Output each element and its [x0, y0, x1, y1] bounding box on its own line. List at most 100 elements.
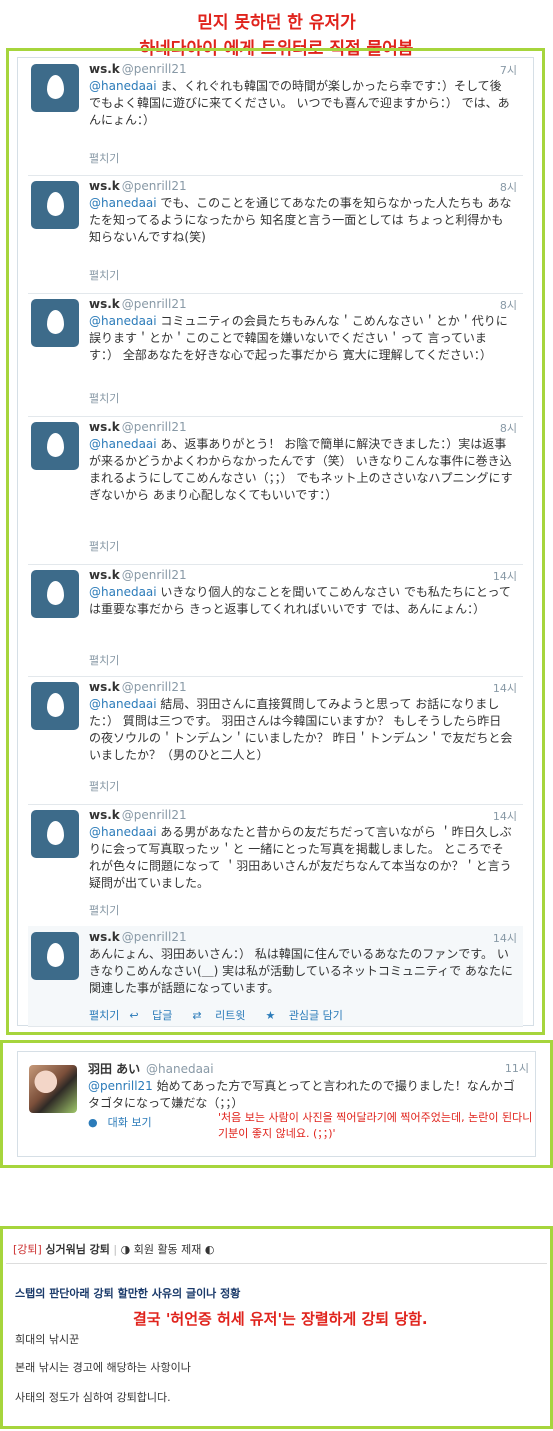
ban-status: ◑ 회원 활동 제재 ◐	[120, 1243, 215, 1256]
user-handle[interactable]: @penrill21	[122, 930, 187, 944]
translation-note: '처음 보는 사람이 사진을 찍어달라기에 찍어주었는데, 논란이 된다니 기분…	[218, 1111, 533, 1140]
avatar[interactable]	[31, 299, 79, 347]
egg-icon	[47, 192, 64, 216]
tweet-time[interactable]: 14시	[493, 680, 517, 696]
tweet-text: @hanedaai 結局、羽田さんに直接質問してみようと思って お話になりました…	[89, 697, 513, 762]
expand-link[interactable]: 펼치기	[89, 538, 119, 554]
ban-line-2: 본래 낚시는 경고에 해당하는 사항이나	[15, 1361, 191, 1374]
tweet-text: @hanedaai ま、くれぐれも韓国での時間が楽しかったら幸です：）そして後で…	[89, 79, 510, 127]
tweet-item: ws.k @penrill21 8시 @hanedaai コミュニティの会員たちもみん…	[28, 293, 523, 417]
retweet-button[interactable]: 리트윗	[215, 1009, 245, 1022]
tweet-time[interactable]: 8시	[500, 179, 517, 195]
ban-title: 싱거워님 강퇴	[45, 1243, 110, 1256]
tweet-item: ws.k @penrill21 7시 @hanedaai ま、くれぐれも韓国での時間が…	[28, 58, 523, 176]
user-name[interactable]: ws.k	[89, 680, 120, 694]
favorite-button[interactable]: 관심글 담기	[289, 1009, 343, 1022]
mention-link[interactable]: @hanedaai	[89, 437, 157, 451]
avatar[interactable]	[31, 932, 79, 980]
mention-link[interactable]: @penrill21	[88, 1079, 153, 1093]
conversation-icon: ●	[88, 1116, 98, 1129]
tweet-time[interactable]: 7시	[500, 62, 517, 78]
egg-icon	[47, 75, 64, 99]
tweet-item: ws.k @penrill21 14시 @hanedaai 結局、羽田さんに直接質問し…	[28, 676, 523, 805]
reply-frame: 羽田 あい @hanedaai 11시 @penrill21 始めてあった方で写…	[0, 1040, 553, 1168]
avatar[interactable]	[31, 64, 79, 112]
ban-header: [강퇴] 싱거워님 강퇴 | ◑ 회원 활동 제재 ◐	[13, 1243, 215, 1256]
retweet-icon: ⇄	[192, 1009, 202, 1022]
mention-link[interactable]: @hanedaai	[89, 825, 157, 839]
egg-icon	[47, 310, 64, 334]
egg-icon	[47, 581, 64, 605]
tweet-time[interactable]: 8시	[500, 297, 517, 313]
tweet-text: @penrill21 始めてあった方で写真とってと言われたので撮りました！なんか…	[88, 1079, 515, 1110]
star-icon: ★	[265, 1009, 276, 1022]
reply-icon: ↩	[129, 1009, 139, 1022]
expand-link[interactable]: 펼치기	[89, 902, 119, 918]
avatar[interactable]	[31, 570, 79, 618]
tweet-item: ws.k @penrill21 8시 @hanedaai でも、このことを通じてあなた…	[28, 175, 523, 294]
tweet-time[interactable]: 8시	[500, 420, 517, 436]
tweet-text: あんにょん、羽田あいさん：） 私は韓国に住んでいるあなたのファンです。 いきなり…	[89, 947, 513, 995]
expand-link[interactable]: 펼치기	[89, 390, 119, 406]
expand-link[interactable]: 펼치기	[89, 267, 119, 283]
view-conversation-link[interactable]: 대화 보기	[108, 1116, 152, 1129]
user-name[interactable]: ws.k	[89, 420, 120, 434]
avatar[interactable]	[29, 1065, 77, 1113]
tweet-text: @hanedaai コミュニティの会員たちもみんな＇こめんなさい＇とか＇代りに誤…	[89, 314, 508, 362]
egg-icon	[47, 693, 64, 717]
user-name[interactable]: 羽田 あい	[88, 1062, 140, 1076]
ban-notice-frame: [강퇴] 싱거워님 강퇴 | ◑ 회원 활동 제재 ◐ 스탭의 판단아래 강퇴 …	[0, 1226, 553, 1429]
avatar[interactable]	[31, 682, 79, 730]
user-handle[interactable]: @hanedaai	[146, 1062, 214, 1076]
expand-link[interactable]: 펼치기	[89, 652, 119, 668]
expand-link[interactable]: 펼치기	[89, 778, 119, 794]
mention-link[interactable]: @hanedaai	[89, 585, 157, 599]
user-name[interactable]: ws.k	[89, 179, 120, 193]
tweet-item: ws.k @penrill21 8시 @hanedaai あ、返事ありがとう！ お陰で…	[28, 416, 523, 565]
tweet-item: ws.k @penrill21 14시 @hanedaai いきなり個人的なことを聞い…	[28, 564, 523, 677]
user-handle[interactable]: @penrill21	[122, 808, 187, 822]
egg-icon	[47, 433, 64, 457]
avatar[interactable]	[31, 181, 79, 229]
tweet-time[interactable]: 11시	[505, 1060, 529, 1076]
expand-link[interactable]: 펼치기	[89, 150, 119, 166]
ban-result-note: 결국 '허언증 허세 유저'는 장렬하게 강퇴 당함.	[133, 1310, 428, 1328]
user-name[interactable]: ws.k	[89, 297, 120, 311]
user-handle[interactable]: @penrill21	[122, 179, 187, 193]
mention-link[interactable]: @hanedaai	[89, 196, 157, 210]
ban-line-3: 사태의 정도가 심하여 강퇴합니다.	[15, 1391, 171, 1404]
user-name[interactable]: ws.k	[89, 568, 120, 582]
avatar[interactable]	[31, 810, 79, 858]
mention-link[interactable]: @hanedaai	[89, 314, 157, 328]
user-name[interactable]: ws.k	[89, 808, 120, 822]
user-name[interactable]: ws.k	[89, 930, 120, 944]
reply-tweet: 羽田 あい @hanedaai 11시 @penrill21 始めてあった方で写…	[17, 1051, 536, 1157]
ban-reason-heading: 스탭의 판단아래 강퇴 할만한 사유의 글이나 정황	[15, 1287, 241, 1300]
tweet-item: ws.k @penrill21 14시 @hanedaai ある男があなたと昔からの友…	[28, 804, 523, 927]
tweet-text: @hanedaai でも、このことを通じてあなたの事を知らなかった人たちも あな…	[89, 196, 512, 244]
user-handle[interactable]: @penrill21	[122, 62, 187, 76]
user-handle[interactable]: @penrill21	[122, 680, 187, 694]
tweet-list: ws.k @penrill21 7시 @hanedaai ま、くれぐれも韓国での時間が…	[17, 57, 534, 1027]
reply-button[interactable]: 답글	[152, 1009, 172, 1022]
user-handle[interactable]: @penrill21	[122, 568, 187, 582]
tweet-text: @hanedaai あ、返事ありがとう！ お陰で簡単に解決できました：）実は返事…	[89, 437, 513, 502]
tweet-time[interactable]: 14시	[493, 930, 517, 946]
user-name[interactable]: ws.k	[89, 62, 120, 76]
tweet-thread-frame: ws.k @penrill21 7시 @hanedaai ま、くれぐれも韓国での時間が…	[6, 48, 545, 1035]
user-handle[interactable]: @penrill21	[122, 297, 187, 311]
ban-tag: [강퇴]	[13, 1243, 42, 1256]
tweet-text: @hanedaai いきなり個人的なことを聞いてこめんなさい でも私たちにとって…	[89, 585, 511, 616]
user-handle[interactable]: @penrill21	[122, 420, 187, 434]
tweet-item: ws.k @penrill21 14시 あんにょん、羽田あいさん：） 私は韓国に住んで…	[28, 926, 523, 1027]
expand-link[interactable]: 펼치기	[89, 1009, 119, 1022]
caption-line-1: 믿지 못하던 한 유저가	[197, 13, 356, 33]
tweet-time[interactable]: 14시	[493, 808, 517, 824]
tweet-time[interactable]: 14시	[493, 568, 517, 584]
egg-icon	[47, 821, 64, 845]
tweet-text: @hanedaai ある男があなたと昔からの友だちだって言いながら ＇昨日久しぶ…	[89, 825, 512, 890]
mention-link[interactable]: @hanedaai	[89, 697, 157, 711]
avatar[interactable]	[31, 422, 79, 470]
mention-link[interactable]: @hanedaai	[89, 79, 157, 93]
ban-line-1: 희대의 낚시꾼	[15, 1333, 80, 1346]
